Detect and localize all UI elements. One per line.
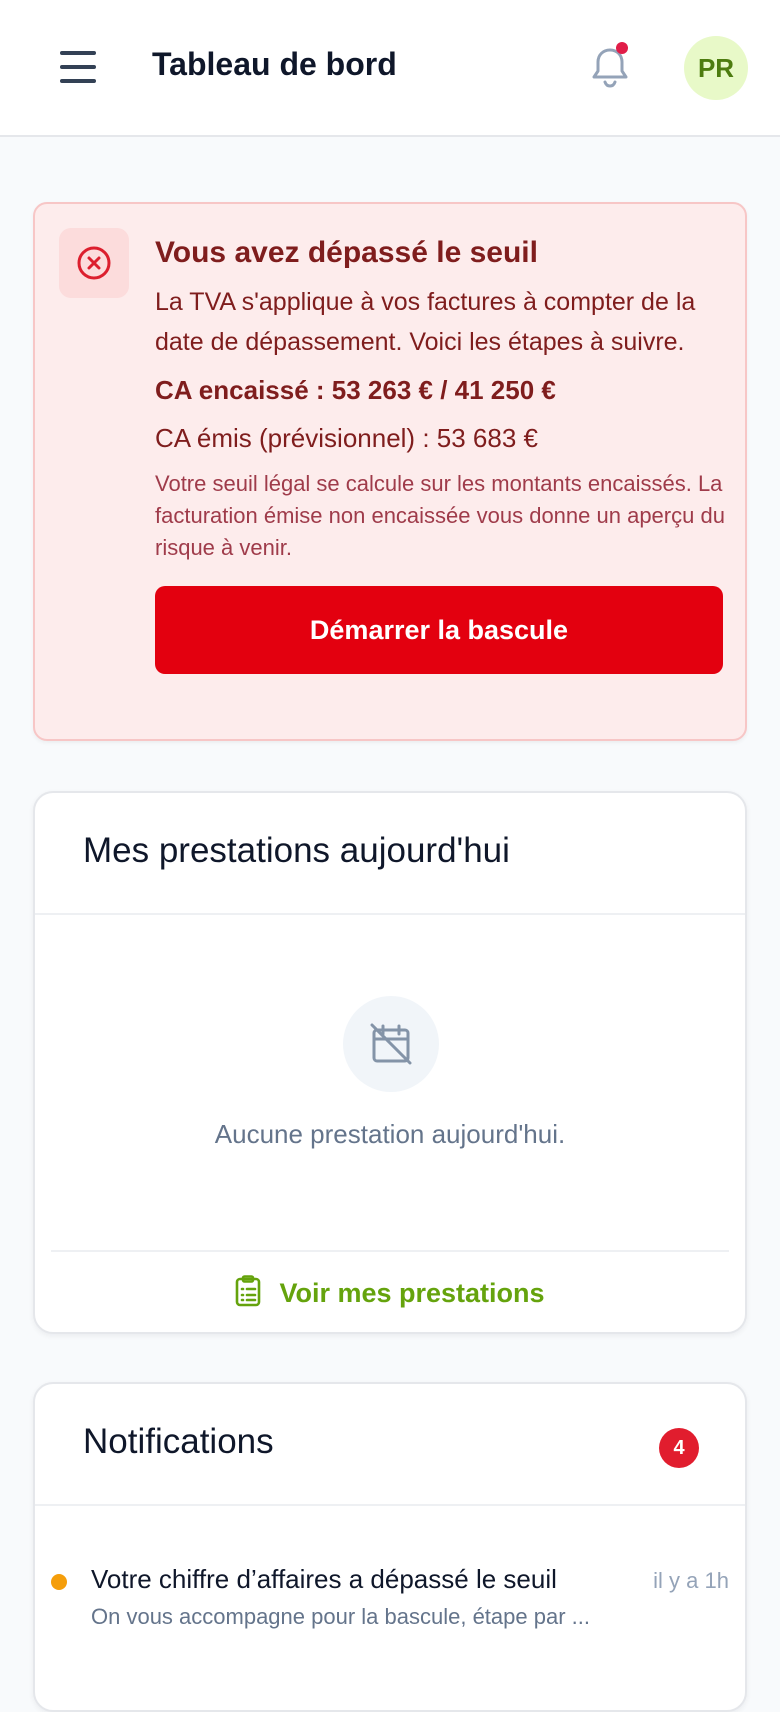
- prestations-card-header: Mes prestations aujourd'hui: [35, 793, 745, 915]
- notification-title: Votre chiffre d’affaires a dépassé le se…: [91, 1564, 557, 1594]
- prestations-card: Mes prestations aujourd'hui Aucune prest…: [33, 791, 747, 1334]
- notifications-card-header: Notifications 4: [35, 1384, 745, 1506]
- divider: [51, 1250, 729, 1252]
- notification-item[interactable]: Votre chiffre d’affaires a dépassé le se…: [35, 1548, 745, 1648]
- start-switch-button[interactable]: Démarrer la bascule: [155, 586, 723, 674]
- view-prestations-link[interactable]: Voir mes prestations: [35, 1273, 745, 1313]
- page-title: Tableau de bord: [152, 46, 397, 82]
- notifications-card: Notifications 4 Votre chiffre d’affaires…: [33, 1382, 747, 1712]
- avatar[interactable]: PR: [684, 36, 748, 100]
- notifications-title: Notifications: [83, 1422, 274, 1461]
- x-circle-icon: [59, 228, 129, 298]
- clipboard-list-icon: [235, 1274, 261, 1312]
- unread-indicator: [616, 42, 628, 54]
- menu-icon[interactable]: [56, 48, 100, 86]
- top-bar: Tableau de bord PR: [0, 0, 780, 137]
- ca-encaisse: CA encaissé : 53 263 € / 41 250 €: [155, 375, 556, 405]
- view-prestations-label: Voir mes prestations: [279, 1277, 545, 1308]
- alert-description: La TVA s'applique à vos factures à compt…: [155, 288, 696, 356]
- notification-subtitle: On vous accompagne pour la bascule, étap…: [91, 1604, 590, 1629]
- alert-note: Votre seuil légal se calcule sur les mon…: [155, 471, 725, 560]
- notification-time: il y a 1h: [653, 1568, 729, 1593]
- prestations-title: Mes prestations aujourd'hui: [83, 831, 510, 870]
- unread-dot: [51, 1574, 67, 1590]
- calendar-off-icon: [343, 996, 439, 1092]
- ca-emis: CA émis (prévisionnel) : 53 683 €: [155, 423, 538, 453]
- notifications-count-badge: 4: [659, 1428, 699, 1468]
- threshold-alert: Vous avez dépassé le seuil La TVA s'appl…: [33, 202, 747, 741]
- notifications-bell-icon[interactable]: [588, 42, 632, 90]
- alert-title: Vous avez dépassé le seuil: [155, 236, 538, 269]
- empty-state-text: Aucune prestation aujourd'hui.: [214, 1119, 566, 1149]
